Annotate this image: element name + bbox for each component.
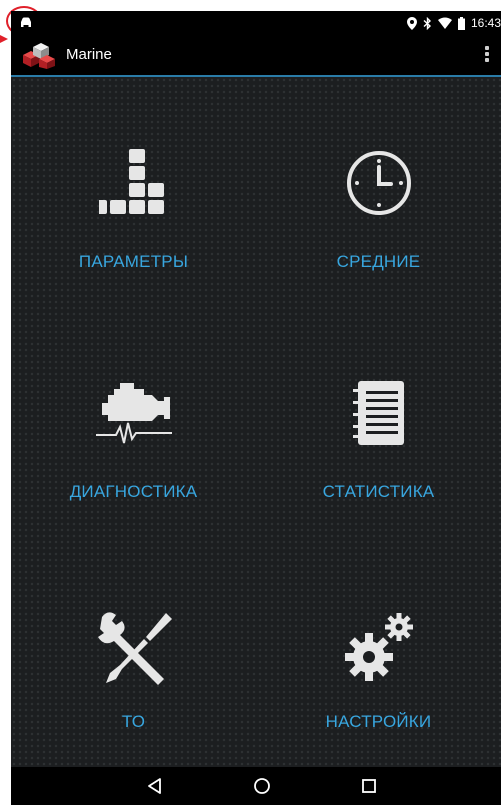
home-icon[interactable] — [251, 775, 273, 797]
status-bar: 16:43 — [11, 11, 501, 35]
tile-settings[interactable]: НАСТРОЙКИ — [256, 537, 501, 767]
gears-icon — [344, 613, 413, 681]
car-notification-icon[interactable] — [19, 16, 33, 28]
battery-icon — [457, 16, 465, 30]
notebook-icon — [352, 381, 404, 445]
tile-diagnostics[interactable]: ДИАГНОСТИКА — [11, 307, 256, 537]
tile-label-averages: СРЕДНИЕ — [336, 252, 421, 271]
location-icon — [406, 16, 417, 30]
engine-diagnostics-icon — [95, 383, 172, 444]
parameters-blocks-icon — [98, 149, 164, 214]
status-icons: 16:43 — [406, 11, 501, 35]
overflow-menu-icon[interactable] — [483, 44, 491, 66]
tile-label-statistics: СТАТИСТИКА — [322, 482, 435, 501]
bluetooth-icon — [423, 16, 431, 30]
annotation-arrow — [0, 35, 8, 43]
back-icon[interactable] — [144, 775, 166, 797]
navigation-bar — [11, 767, 501, 805]
tile-label-settings: НАСТРОЙКИ — [325, 712, 432, 731]
wrench-screwdriver-icon — [97, 612, 172, 685]
main-menu: ПАРАМЕТРЫ СРЕДНИЕ ДИАГНОСТИКА СТАТИСТИКА… — [11, 77, 501, 767]
tile-averages[interactable]: СРЕДНИЕ — [256, 77, 501, 307]
tile-label-diagnostics: ДИАГНОСТИКА — [69, 482, 198, 501]
action-bar: Marine — [11, 35, 501, 77]
tile-label-maintenance: ТО — [121, 712, 146, 731]
app-title: Marine — [66, 46, 112, 63]
recents-icon[interactable] — [358, 775, 380, 797]
tile-maintenance[interactable]: ТО — [11, 537, 256, 767]
tile-statistics[interactable]: СТАТИСТИКА — [256, 307, 501, 537]
clock-icon — [346, 151, 411, 215]
status-clock: 16:43 — [470, 16, 501, 30]
wifi-icon — [437, 17, 452, 29]
tile-label-parameters: ПАРАМЕТРЫ — [78, 252, 189, 271]
app-logo-cubes-icon[interactable] — [21, 41, 57, 69]
tile-parameters[interactable]: ПАРАМЕТРЫ — [11, 77, 256, 307]
device-screen: 16:43 Marine ПАРАМЕТРЫ СРЕДНИЕ ДИАГНОСТИ… — [11, 11, 501, 805]
